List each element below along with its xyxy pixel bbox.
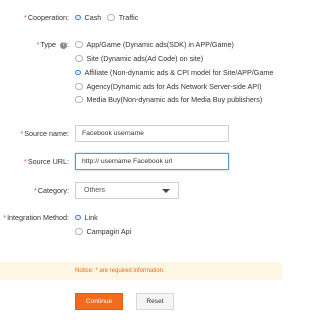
required-marker: *: [3, 213, 7, 222]
required-marker: *: [36, 40, 40, 49]
type-label: *Type ?:: [36, 40, 69, 49]
radio-unselected-icon[interactable]: [75, 40, 83, 49]
source-url-input[interactable]: http:// username Facebook url: [75, 153, 229, 170]
required-marker: *: [20, 129, 24, 138]
required-notice: Notice: * are required information.: [0, 262, 282, 280]
type-option-agency[interactable]: Agency(Dynamic ads for Ads Network Serve…: [75, 82, 261, 91]
integration-method-label: *Integration Method:: [3, 213, 69, 222]
radio-selected-icon[interactable]: [75, 14, 81, 21]
radio-selected-icon[interactable]: [75, 214, 81, 221]
radio-unselected-icon[interactable]: [107, 13, 115, 22]
radio-unselected-icon[interactable]: [75, 82, 83, 91]
integration-option-link[interactable]: Link: [75, 213, 98, 222]
continue-button[interactable]: Continue: [75, 293, 123, 310]
radio-unselected-icon[interactable]: [75, 95, 83, 104]
source-name-label: *Source name:: [20, 129, 69, 138]
reset-button[interactable]: Reset: [136, 293, 174, 310]
source-name-input[interactable]: Facebook username: [75, 125, 229, 142]
source-url-label: *Source URL:: [24, 157, 69, 166]
required-marker: *: [24, 13, 27, 22]
required-marker: *: [34, 186, 37, 195]
type-option-app-game[interactable]: App/Game (Dynamic ads(SDK) in APP/Game): [75, 40, 234, 49]
cooperation-option-cash[interactable]: Cash: [75, 13, 101, 22]
category-select[interactable]: Others: [75, 182, 179, 199]
type-option-media-buy[interactable]: Media Buy(Non-dynamic ads for Media Buy …: [75, 95, 262, 104]
radio-unselected-icon[interactable]: [75, 227, 83, 236]
integration-option-campaign-api[interactable]: Campagin Api: [75, 227, 131, 236]
type-option-site[interactable]: Site (Dynamic ads(Ad Code) on site): [75, 54, 203, 63]
required-marker: *: [24, 157, 27, 166]
help-icon[interactable]: ?: [60, 41, 67, 49]
chevron-down-icon: [162, 188, 170, 193]
type-option-affiliate[interactable]: Affiliate (Non-dynamic ads & CPI model f…: [75, 68, 273, 77]
cooperation-option-traffic[interactable]: Traffic: [107, 13, 138, 22]
radio-selected-icon[interactable]: [75, 69, 81, 76]
cooperation-label: *Cooperation:: [24, 13, 69, 22]
cooperation-radio-group: Cash Traffic: [75, 13, 138, 22]
category-label: *Category:: [34, 186, 69, 195]
radio-unselected-icon[interactable]: [75, 54, 83, 63]
